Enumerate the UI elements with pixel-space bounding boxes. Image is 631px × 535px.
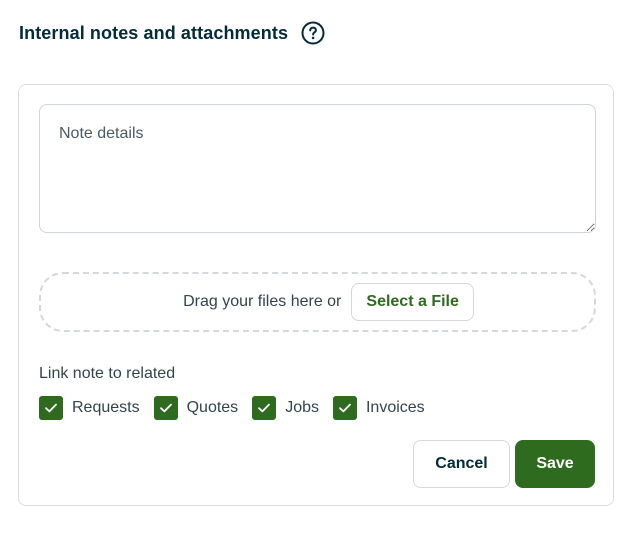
checkmark-icon[interactable] [252,396,277,420]
checkbox-label: Quotes [186,399,239,416]
cancel-button[interactable]: Cancel [413,440,510,488]
notes-card: Drag your files here or Select a File Li… [18,84,614,506]
checkbox-jobs[interactable]: Jobs [252,396,319,420]
checkbox-invoices[interactable]: Invoices [332,396,425,420]
note-details-field[interactable] [39,104,596,233]
checkmark-icon[interactable] [153,396,178,420]
section-title: Internal notes and attachments [19,22,289,43]
checkbox-label: Requests [72,399,140,416]
checkbox-requests[interactable]: Requests [39,396,140,420]
select-file-button[interactable]: Select a File [351,283,474,321]
save-button[interactable]: Save [515,440,595,488]
checkbox-label: Invoices [365,399,425,416]
checkmark-icon[interactable] [39,396,63,420]
section-header: Internal notes and attachments [19,18,325,48]
checkbox-label: Jobs [285,399,319,416]
link-note-label: Link note to related [39,365,176,382]
checkbox-quotes[interactable]: Quotes [153,396,239,420]
file-dropzone[interactable]: Drag your files here or Select a File [39,272,596,332]
checkmark-icon[interactable] [332,396,357,420]
dropzone-text: Drag your files here or [183,293,342,310]
question-circle-icon[interactable] [301,21,325,45]
related-checkboxes: Requests Quotes Jobs Invoices [39,396,439,420]
form-actions: Cancel Save [413,440,595,488]
